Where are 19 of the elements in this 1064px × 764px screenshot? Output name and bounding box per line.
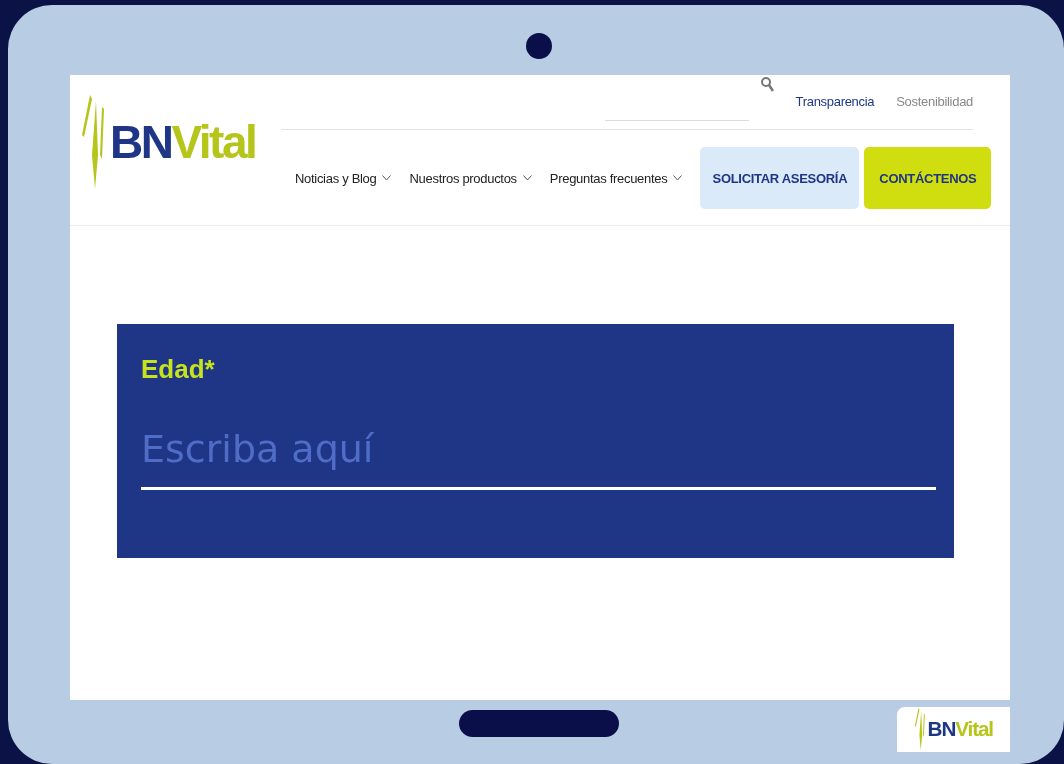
nav-menu-item[interactable]: Nuestros productos [409, 170, 532, 186]
nav-menu-item[interactable]: Noticias y Blog [295, 170, 392, 186]
top-link[interactable]: Transparencia [795, 94, 875, 109]
search-icon[interactable] [760, 77, 774, 93]
top-link[interactable]: Sostenibilidad [896, 94, 973, 109]
advice-button[interactable]: SOLICITAR ASESORÍA [700, 147, 860, 209]
logo-wordmark: BNVital [927, 719, 993, 740]
home-button[interactable] [459, 710, 619, 737]
chevron-down-icon [382, 175, 392, 181]
chevron-down-icon [522, 175, 532, 181]
camera-dot [526, 33, 552, 59]
chevron-down-icon [673, 175, 683, 181]
age-input-field[interactable]: Escriba aquí [141, 427, 936, 490]
logo-slashes-icon [914, 708, 925, 751]
logo-wordmark: BNVital [110, 119, 256, 165]
age-input[interactable]: Escriba aquí [141, 427, 936, 471]
contact-button[interactable]: CONTÁCTENOS [864, 147, 992, 209]
field-label: Edad* [141, 354, 216, 385]
nav-menu-item[interactable]: Preguntas frecuentes [549, 170, 683, 186]
